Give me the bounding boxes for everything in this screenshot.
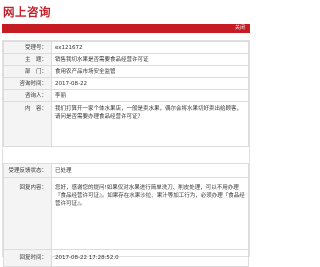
reply-time-label: 回复时间： <box>3 249 52 267</box>
content-value: 我们打算开一家个体水果店，一般是卖水果，偶尔会将水果切好卖出给顾客，请问是否需要… <box>51 101 249 147</box>
row-subject: 主 题： 销售我切水果是否需要食品经营许可证 <box>3 53 249 66</box>
reply-content-value: 您好，感谢您的提问!如果仅对水果进行简单洗刀、削皮处理，可以不用办理『食品经营许… <box>51 177 249 250</box>
reply-time-value: 2017-08-22 17:28:52.0 <box>51 249 249 267</box>
row-asker: 咨询人： 李丽 <box>3 89 249 102</box>
id-value: ex121672 <box>51 41 249 54</box>
page-header: 网上咨询 <box>0 0 252 24</box>
department-value: 食用农产品市场安全监管 <box>51 65 249 78</box>
row-reply-content: 回复内容： 您好，感谢您的提问!如果仅对水果进行简单洗刀、削皮处理，可以不用办理… <box>3 177 249 250</box>
header-bar: 关闭 <box>2 24 250 33</box>
consultation-table: 受理号： ex121672 主 题： 销售我切水果是否需要食品经营许可证 部 门… <box>3 41 249 147</box>
reply-table: 受理反馈状态： 已处理 回复内容： 您好，感谢您的提问!如果仅对水果进行简单洗刀… <box>3 163 249 267</box>
row-time: 咨询时间： 2017-08-22 <box>3 77 249 90</box>
asker-label: 咨询人： <box>3 89 52 102</box>
row-id: 受理号： ex121672 <box>3 41 249 54</box>
time-label: 咨询时间： <box>3 77 52 90</box>
id-label: 受理号： <box>3 41 52 54</box>
row-status: 受理反馈状态： 已处理 <box>3 163 249 178</box>
subject-label: 主 题： <box>3 53 52 66</box>
content-label: 内 容： <box>3 101 52 147</box>
row-department: 部 门： 食用农产品市场安全监管 <box>3 65 249 78</box>
status-value: 已处理 <box>51 163 249 178</box>
row-content: 内 容： 我们打算开一家个体水果店，一般是卖水果，偶尔会将水果切好卖出给顾客，请… <box>3 101 249 147</box>
status-label: 受理反馈状态： <box>3 163 52 178</box>
department-label: 部 门： <box>3 65 52 78</box>
subject-value: 销售我切水果是否需要食品经营许可证 <box>51 53 249 66</box>
asker-value: 李丽 <box>51 89 249 102</box>
consultation-panel: 受理号： ex121672 主 题： 销售我切水果是否需要食品经营许可证 部 门… <box>2 40 250 267</box>
page-title: 网上咨询 <box>3 5 51 19</box>
reply-content-label: 回复内容： <box>3 177 52 250</box>
close-button[interactable]: 关闭 <box>235 24 245 33</box>
time-value: 2017-08-22 <box>51 77 249 90</box>
row-reply-time: 回复时间： 2017-08-22 17:28:52.0 <box>3 249 249 267</box>
